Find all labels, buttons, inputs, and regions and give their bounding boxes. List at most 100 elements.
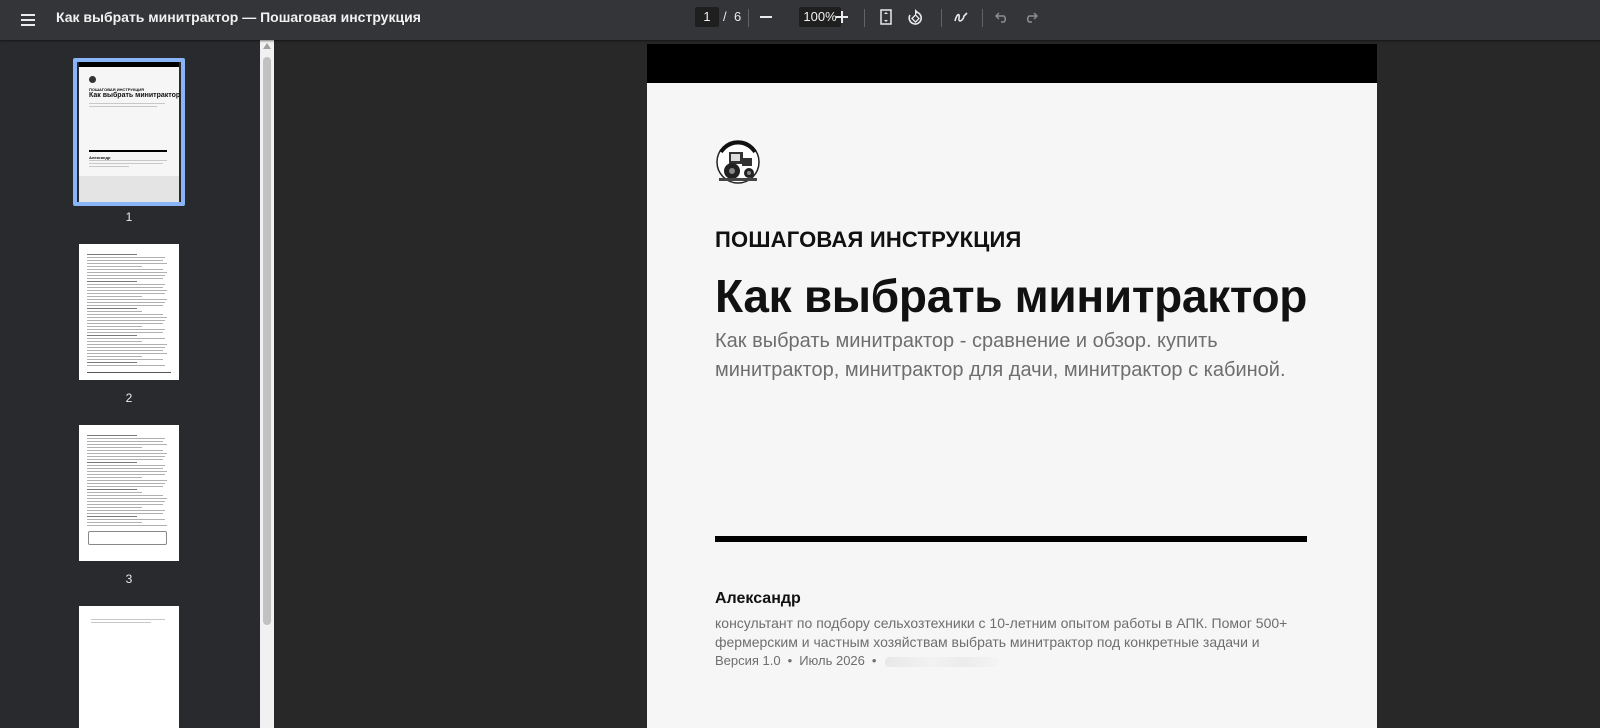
thumbnail-number: 3 xyxy=(125,572,133,586)
thumb-text-line xyxy=(87,468,163,469)
thumb-text-line xyxy=(87,278,163,279)
thumbnail-page-1[interactable]: ПОШАГОВАЯ ИНСТРУКЦИЯ Как выбрать минитра… xyxy=(79,62,181,202)
thumb-text-line xyxy=(87,459,163,460)
thumb-text-line xyxy=(87,284,165,285)
rotate-icon[interactable] xyxy=(903,6,927,28)
thumb-text-line xyxy=(87,347,165,348)
thumb-text-line xyxy=(87,353,167,354)
thumb-text-line xyxy=(87,326,142,327)
thumb-footer-rule xyxy=(87,372,171,373)
thumb-text-line xyxy=(87,275,165,276)
thumb-text-line xyxy=(87,462,137,463)
thumb-text-line xyxy=(87,365,165,366)
thumb-logo-icon xyxy=(89,76,96,83)
thumb-text-line xyxy=(87,359,163,360)
thumb-text-line xyxy=(87,465,165,466)
author-name: Александр xyxy=(715,590,801,607)
thumb-text-line xyxy=(87,254,137,255)
thumb-title: Как выбрать минитрактор xyxy=(89,92,181,99)
thumb-text-line xyxy=(87,450,163,451)
thumb-text-line xyxy=(87,257,165,258)
thumb-text-line xyxy=(87,332,163,333)
thumb-text-line xyxy=(87,456,165,457)
fit-page-icon[interactable] xyxy=(874,6,898,28)
thumb-text-line xyxy=(87,272,167,273)
thumb-text-line xyxy=(87,438,165,439)
date-label: Июль 2026 xyxy=(799,653,865,668)
document-kicker: ПОШАГОВАЯ ИНСТРУКЦИЯ xyxy=(715,227,1022,252)
thumb-text-line xyxy=(87,356,142,357)
thumb-text-line xyxy=(87,441,163,442)
document-viewer[interactable]: ПОШАГОВАЯ ИНСТРУКЦИЯ Как выбрать минитра… xyxy=(274,40,1600,728)
thumb-text-line xyxy=(87,453,167,454)
divider-rule xyxy=(715,536,1307,542)
thumb-text-line xyxy=(87,471,167,472)
toolbar: Как выбрать минитрактор — Пошаговая инст… xyxy=(0,0,1600,40)
thumb-callout-box xyxy=(88,531,167,545)
meta-bullet: • xyxy=(871,653,877,668)
thumb-text-line xyxy=(87,519,165,520)
thumb-text-line xyxy=(87,444,167,445)
thumb-text-line xyxy=(87,287,163,288)
thumb-text-line xyxy=(87,314,163,315)
thumb-text-line xyxy=(87,507,142,508)
thumb-text-line xyxy=(87,263,167,264)
thumb-text-line xyxy=(87,495,163,496)
draw-icon[interactable] xyxy=(949,6,973,28)
undo-icon[interactable] xyxy=(990,6,1014,28)
thumb-text-line xyxy=(87,516,137,517)
thumb-text-line xyxy=(87,489,137,490)
page-header-band xyxy=(647,44,1377,83)
thumb-text-line xyxy=(87,483,165,484)
thumb-text-line xyxy=(87,299,167,300)
thumb-text-line xyxy=(87,350,163,351)
thumbnail-page-2[interactable] xyxy=(79,244,179,380)
thumb-text-line xyxy=(87,260,163,261)
thumb-text-line xyxy=(87,486,163,487)
page-separator: / xyxy=(723,9,727,24)
redo-icon[interactable] xyxy=(1019,6,1043,28)
document-meta: Версия 1.0 • Июль 2026 • xyxy=(715,653,1000,668)
thumbnail-page-3[interactable] xyxy=(79,425,179,561)
thumb-text-line xyxy=(87,435,137,436)
thumb-text-line xyxy=(87,480,167,481)
thumb-text-line xyxy=(87,266,142,267)
zoom-out-icon[interactable] xyxy=(754,6,778,28)
thumb-text-line xyxy=(87,302,165,303)
thumb-text-line xyxy=(87,474,165,475)
thumb-text-line xyxy=(87,362,137,363)
thumb-text-line xyxy=(87,510,165,511)
thumb-text-line xyxy=(87,501,165,502)
thumb-text-line xyxy=(87,344,167,345)
thumb-text-line xyxy=(87,320,165,321)
thumb-text-line xyxy=(87,341,142,342)
toolbar-divider xyxy=(941,9,942,27)
thumb-text-line xyxy=(87,317,167,318)
version-label: Версия 1.0 xyxy=(715,653,781,668)
thumb-text-line xyxy=(87,513,163,514)
zoom-in-icon[interactable] xyxy=(830,6,854,28)
thumb-text-line xyxy=(87,338,165,339)
thumb-text-line xyxy=(87,522,142,523)
thumb-text-line xyxy=(87,335,137,336)
thumbnail-page-4[interactable] xyxy=(79,606,179,728)
thumb-footer xyxy=(79,176,179,202)
thumb-text-line xyxy=(87,305,163,306)
scrollbar-thumb[interactable] xyxy=(263,57,271,625)
page-number-input[interactable]: 1 xyxy=(695,7,719,27)
thumb-text-line xyxy=(87,311,142,312)
thumb-text-line xyxy=(87,293,165,294)
pdf-page-1: ПОШАГОВАЯ ИНСТРУКЦИЯ Как выбрать минитра… xyxy=(647,44,1377,728)
document-subtitle: Как выбрать минитрактор - сравнение и об… xyxy=(715,330,1286,381)
sidebar-scrollbar[interactable] xyxy=(260,40,274,728)
scroll-up-arrow-icon[interactable] xyxy=(263,43,271,49)
thumbnail-number: 2 xyxy=(125,391,133,405)
thumb-text-line xyxy=(87,296,142,297)
thumb-text-line xyxy=(87,492,142,493)
author-bio: консультант по подбору сельхозтехники с … xyxy=(715,615,1288,650)
menu-icon[interactable] xyxy=(16,8,40,32)
thumb-text-line xyxy=(87,525,167,526)
thumbnail-number: 1 xyxy=(125,210,133,224)
thumb-text-line xyxy=(87,504,163,505)
thumb-text-line xyxy=(87,498,167,499)
